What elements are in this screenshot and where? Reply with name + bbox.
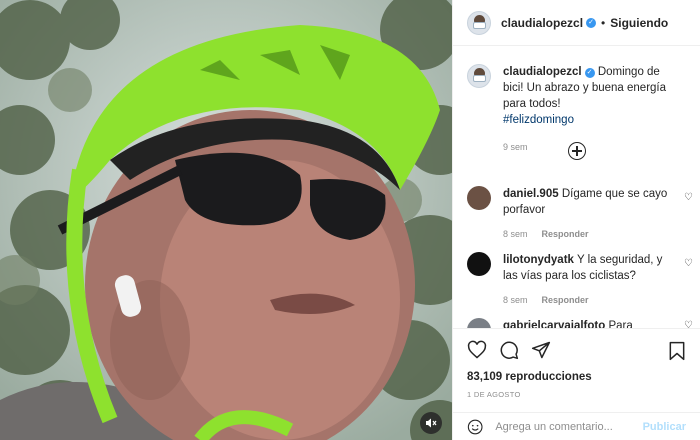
post-actions: 83,109 reproducciones 1 DE AGOSTO: [453, 328, 700, 412]
comment-item: lilotonydyatk Y la seguridad, y las vías…: [453, 252, 700, 308]
caption-body: claudialopezcl ✓ Domingo de bici! Un abra…: [503, 64, 673, 155]
comment-time: 8 sem: [503, 229, 528, 239]
video-frame: [0, 0, 452, 440]
post-header: claudialopezcl ✓ • Siguiendo: [453, 0, 700, 46]
comment-username[interactable]: daniel.905: [503, 188, 559, 200]
comment-item: daniel.905 Dígame que se cayo porfavor 8…: [453, 186, 700, 242]
verified-badge-icon: ✓: [584, 68, 595, 78]
comment-body: lilotonydyatk Y la seguridad, y las vías…: [503, 252, 673, 308]
comment-avatar[interactable]: [467, 252, 491, 276]
muted-speaker-icon: [426, 418, 437, 428]
caption-hashtag[interactable]: #felizdomingo: [503, 114, 574, 126]
bookmark-icon[interactable]: [668, 341, 686, 361]
comment-body: daniel.905 Dígame que se cayo porfavor 8…: [503, 186, 673, 242]
comment-item: gabrielcarvajalfoto Para cuando ♡: [453, 318, 700, 328]
instagram-post: claudialopezcl ✓ • Siguiendo claudialope…: [0, 0, 700, 440]
header-separator: •: [601, 15, 606, 30]
comment-meta: 8 sem Responder: [503, 226, 673, 242]
caption-time: 9 sem: [503, 142, 528, 152]
comment-meta: 8 sem Responder: [503, 292, 673, 308]
share-icon[interactable]: [531, 340, 551, 360]
reply-button[interactable]: Responder: [542, 295, 589, 305]
verified-badge-icon: ✓: [586, 17, 597, 28]
comment-avatar[interactable]: [467, 318, 491, 328]
post-video[interactable]: [0, 0, 452, 440]
reply-button[interactable]: Responder: [542, 229, 589, 239]
comment-username[interactable]: lilotonydyatk: [503, 254, 574, 266]
emoji-icon[interactable]: [467, 418, 483, 436]
comment-avatar[interactable]: [467, 186, 491, 210]
publish-button[interactable]: Publicar: [643, 421, 686, 433]
plus-circle-icon[interactable]: [568, 142, 586, 160]
view-count[interactable]: 83,109 reproducciones: [467, 371, 686, 383]
comment-username[interactable]: gabrielcarvajalfoto: [503, 320, 605, 328]
comment-time: 8 sem: [503, 295, 528, 305]
caption: claudialopezcl ✓ Domingo de bici! Un abra…: [453, 64, 687, 155]
like-comment-heart-icon[interactable]: ♡: [684, 320, 693, 328]
author-avatar[interactable]: [467, 10, 491, 35]
caption-username[interactable]: claudialopezcl: [503, 66, 582, 78]
action-bar: [467, 329, 686, 371]
post-sidebar: claudialopezcl ✓ • Siguiendo claudialope…: [452, 0, 700, 440]
mute-button[interactable]: [420, 412, 442, 434]
author-username[interactable]: claudialopezcl: [501, 16, 583, 30]
comment-icon[interactable]: [499, 340, 519, 360]
like-comment-heart-icon[interactable]: ♡: [684, 192, 693, 203]
add-comment-bar: Publicar: [453, 412, 700, 440]
like-comment-heart-icon[interactable]: ♡: [684, 258, 693, 269]
post-date: 1 DE AGOSTO: [467, 390, 521, 399]
comment-body: gabrielcarvajalfoto Para cuando: [503, 318, 673, 328]
following-button[interactable]: Siguiendo: [610, 16, 668, 30]
comment-input[interactable]: [493, 419, 643, 434]
caption-avatar[interactable]: [467, 64, 491, 88]
heart-icon[interactable]: [467, 340, 487, 360]
comments-section[interactable]: claudialopezcl ✓ Domingo de bici! Un abra…: [453, 46, 700, 328]
